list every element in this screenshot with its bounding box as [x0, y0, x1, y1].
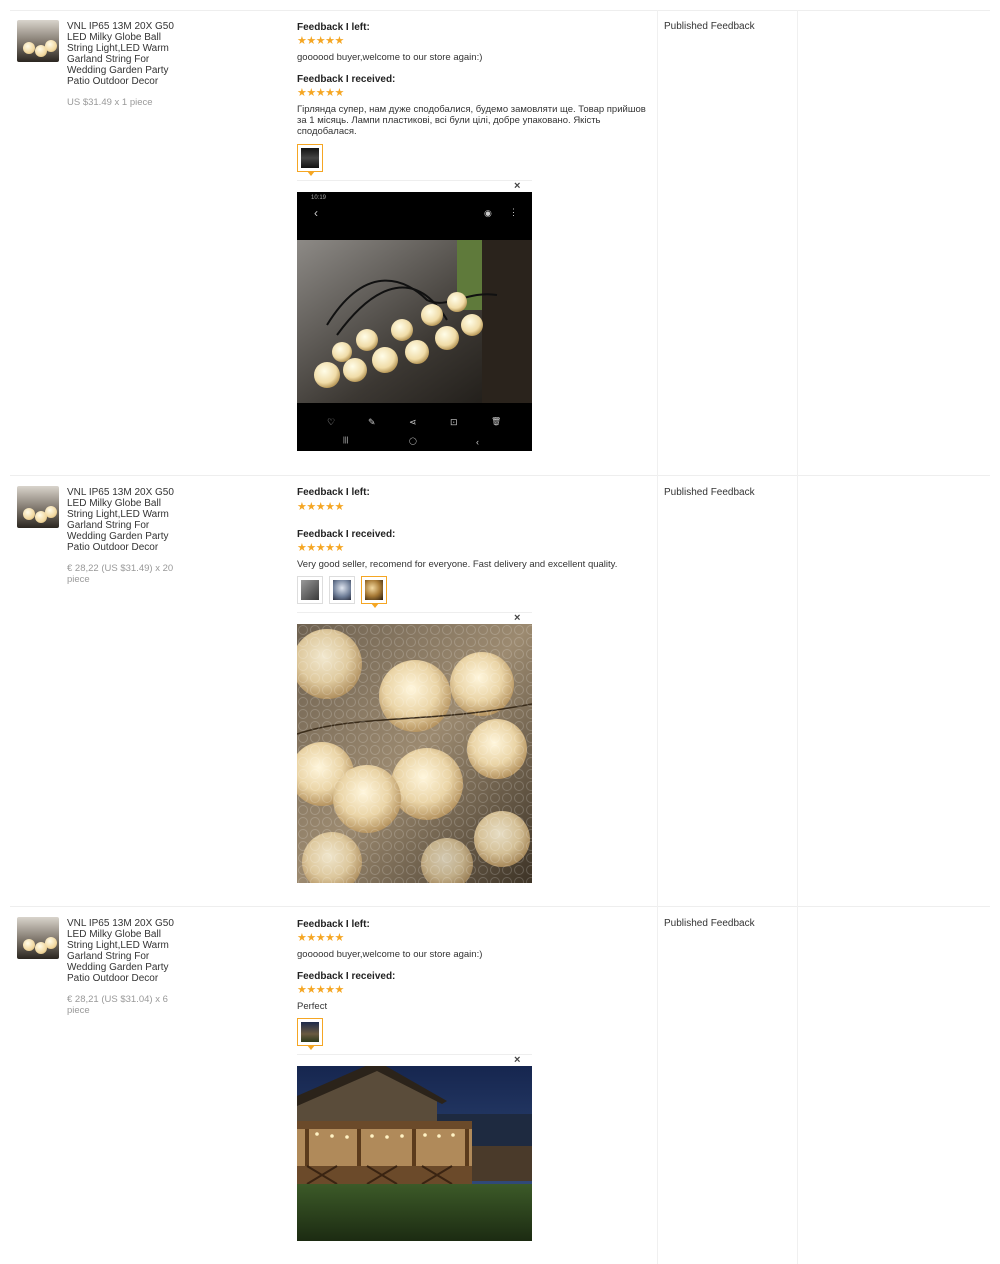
- back-icon: ‹: [314, 206, 318, 220]
- photo-viewer: [297, 180, 532, 181]
- feedback-received-label: Feedback I received:: [297, 971, 396, 982]
- product-title[interactable]: VNL IP65 13M 20X G50 LED Milky Globe Bal…: [67, 487, 177, 553]
- photo-viewer: [297, 612, 532, 613]
- photo-thumbnail[interactable]: [297, 1018, 323, 1050]
- left-rating-stars: ★★★★★: [297, 932, 344, 944]
- review-photo[interactable]: [297, 1066, 532, 1241]
- close-icon[interactable]: ×: [514, 1054, 520, 1066]
- phone-nav-bar: ||| ◯ ‹: [343, 437, 479, 447]
- product-thumbnail[interactable]: [17, 917, 59, 959]
- product-thumbnail[interactable]: [17, 486, 59, 528]
- phone-status-bar: 10:19: [311, 195, 327, 201]
- left-rating-stars: ★★★★★: [297, 35, 344, 47]
- product-price: € 28,21 (US $31.04) x 6 piece: [67, 994, 168, 1016]
- photo-thumbnail[interactable]: [297, 144, 323, 176]
- feedback-status: Published Feedback: [664, 918, 755, 929]
- received-rating-stars: ★★★★★: [297, 984, 344, 996]
- received-feedback-text: Гірлянда супер, нам дуже сподобалися, бу…: [297, 104, 646, 137]
- column-divider: [657, 10, 658, 1264]
- feedback-left-label: Feedback I left:: [297, 22, 370, 33]
- product-title[interactable]: VNL IP65 13M 20X G50 LED Milky Globe Bal…: [67, 918, 177, 984]
- photo-thumbnail[interactable]: [329, 576, 355, 604]
- feedback-received-label: Feedback I received:: [297, 74, 396, 85]
- received-feedback-text: Perfect: [297, 1001, 328, 1012]
- left-rating-stars: ★★★★★: [297, 501, 344, 513]
- left-feedback-text: goooood buyer,welcome to our store again…: [297, 949, 483, 960]
- review-photo[interactable]: [297, 624, 532, 883]
- row-divider: [10, 906, 990, 907]
- photo-viewer: [297, 1054, 532, 1055]
- phone-toolbar: ♡ ✎ ⋖ ⊡ 🗑: [327, 417, 502, 427]
- product-title[interactable]: VNL IP65 13M 20X G50 LED Milky Globe Bal…: [67, 21, 177, 87]
- feedback-status: Published Feedback: [664, 487, 755, 498]
- product-price: US $31.49 x 1 piece: [67, 97, 153, 108]
- more-icon: ⋮: [509, 207, 518, 217]
- received-rating-stars: ★★★★★: [297, 542, 344, 554]
- product-price: € 28,22 (US $31.49) x 20 piece: [67, 563, 174, 585]
- feedback-left-label: Feedback I left:: [297, 919, 370, 930]
- eye-icon: ◉: [484, 208, 492, 218]
- close-icon[interactable]: ×: [514, 612, 520, 624]
- column-divider: [797, 10, 798, 1264]
- close-icon[interactable]: ×: [514, 180, 520, 192]
- review-photo[interactable]: 10:19 ‹ ◉ ⋮ ♡ ✎ ⋖ ⊡ 🗑 ||| ◯ ‹: [297, 192, 532, 451]
- left-feedback-text: goooood buyer,welcome to our store again…: [297, 52, 483, 63]
- received-feedback-text: Very good seller, recomend for everyone.…: [297, 559, 618, 570]
- feedback-left-label: Feedback I left:: [297, 487, 370, 498]
- row-divider: [10, 10, 990, 11]
- photo-thumbnail[interactable]: [361, 576, 387, 608]
- product-thumbnail[interactable]: [17, 20, 59, 62]
- feedback-status: Published Feedback: [664, 21, 755, 32]
- feedback-received-label: Feedback I received:: [297, 529, 396, 540]
- received-rating-stars: ★★★★★: [297, 87, 344, 99]
- row-divider: [10, 475, 990, 476]
- photo-thumbnail[interactable]: [297, 576, 323, 604]
